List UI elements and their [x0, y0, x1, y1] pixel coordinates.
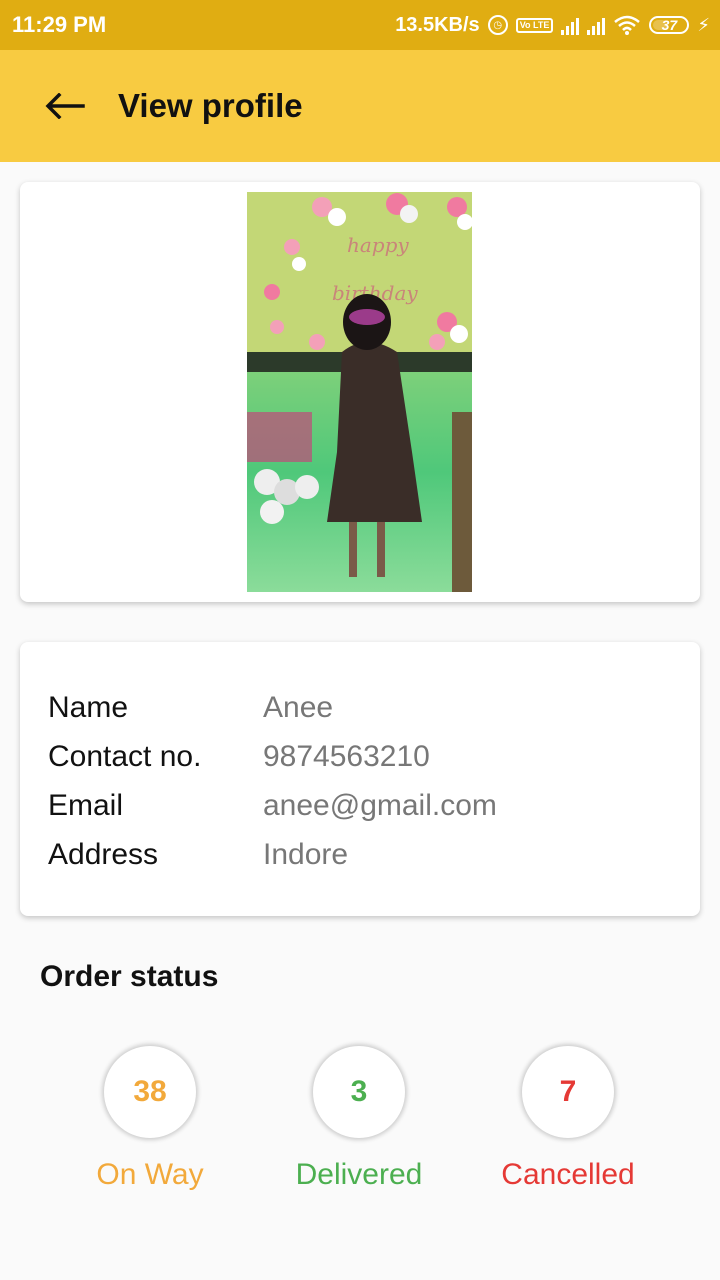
status-bar: 11:29 PM 13.5KB/s ◷ Vo LTE 37 ⚡ — [0, 0, 720, 50]
alarm-icon: ◷ — [487, 15, 508, 35]
stat-delivered[interactable]: 3 Delivered — [259, 1046, 459, 1192]
info-row-email: Email anee@gmail.com — [48, 781, 497, 830]
battery-level: 37 — [661, 17, 678, 33]
stat-count: 3 — [313, 1046, 405, 1138]
arrow-left-icon — [45, 93, 85, 119]
info-value: anee@gmail.com — [263, 788, 497, 822]
svg-text:happy: happy — [347, 233, 409, 257]
status-icons: 13.5KB/s ◷ Vo LTE 37 ⚡ — [395, 14, 710, 37]
stat-on-way[interactable]: 38 On Way — [50, 1046, 250, 1192]
info-label: Email — [48, 788, 124, 822]
info-value: Anee — [263, 690, 334, 724]
stat-label: Delivered — [295, 1158, 423, 1191]
info-label: Contact no. — [48, 739, 202, 773]
profile-photo-illustration: happy birthday — [247, 192, 472, 592]
info-row-name: Name Anee — [48, 683, 333, 732]
stat-label: On Way — [96, 1158, 204, 1191]
profile-info-card: Name Anee Contact no. 9874563210 Email a… — [20, 642, 700, 916]
info-row-address: Address Indore — [48, 830, 348, 879]
info-label: Name — [48, 690, 129, 724]
profile-photo[interactable]: happy birthday — [247, 192, 472, 592]
info-row-contact: Contact no. 9874563210 — [48, 732, 430, 781]
info-label: Address — [48, 837, 159, 871]
signal-icon — [587, 15, 606, 35]
info-value: Indore — [263, 837, 349, 871]
stat-cancelled[interactable]: 7 Cancelled — [468, 1046, 668, 1192]
order-status-title: Order status — [40, 960, 219, 993]
charging-bolt-icon: ⚡ — [697, 14, 710, 35]
profile-photo-card: happy birthday — [20, 182, 700, 602]
page-title: View profile — [118, 87, 303, 124]
battery-icon: 37 — [649, 16, 690, 34]
stat-label: Cancelled — [501, 1158, 635, 1191]
stat-count: 7 — [522, 1046, 614, 1138]
wifi-icon — [613, 15, 641, 35]
info-value: 9874563210 — [263, 739, 430, 773]
network-speed: 13.5KB/s — [395, 13, 480, 36]
stat-count: 38 — [104, 1046, 196, 1138]
back-button[interactable] — [33, 74, 97, 138]
status-time: 11:29 PM — [12, 12, 107, 37]
app-bar: View profile — [0, 50, 720, 162]
signal-icon — [561, 15, 580, 35]
volte-icon: Vo LTE — [515, 17, 554, 33]
